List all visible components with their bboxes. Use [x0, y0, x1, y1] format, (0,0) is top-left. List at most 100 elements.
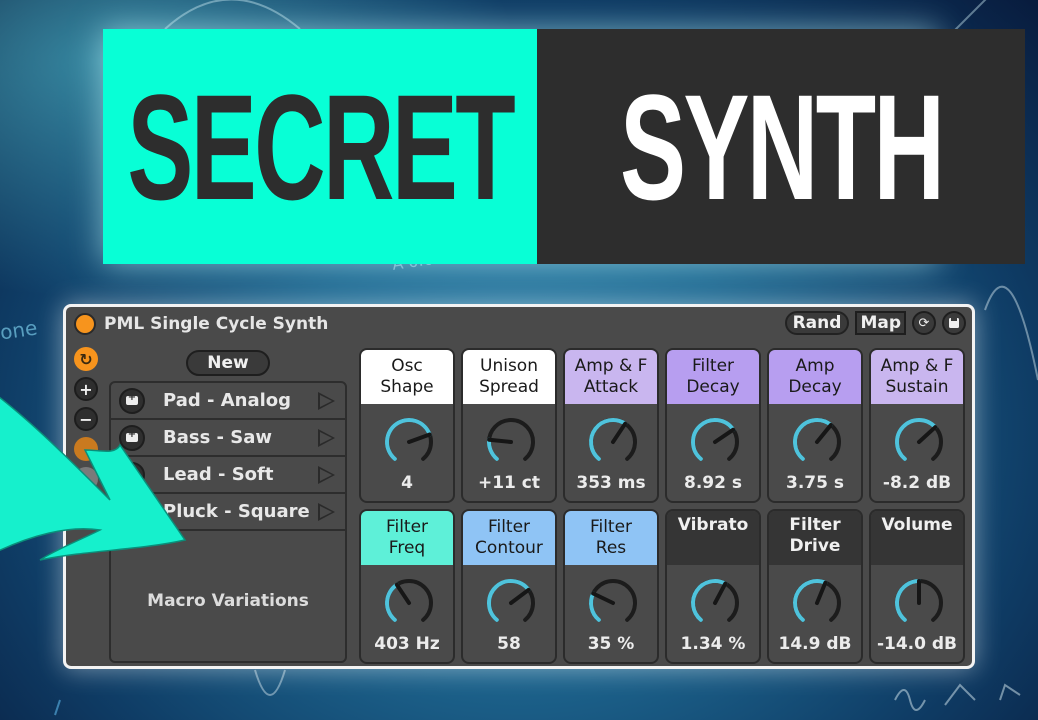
knob-needle — [815, 422, 833, 444]
macro-knob-10[interactable]: Filter Drive 14.9 dB — [767, 509, 863, 664]
rand-button[interactable]: Rand — [784, 311, 850, 335]
macro-knob-3[interactable]: Filter Decay 8.92 s — [665, 348, 761, 503]
macro-knob-1[interactable]: Unison Spread +11 ct — [461, 348, 557, 503]
macro-knob-7[interactable]: Filter Contour 58 — [461, 509, 557, 664]
macro-value: 35 % — [587, 634, 635, 654]
variation-label: Bass - Saw — [163, 427, 273, 448]
knob-needle — [407, 432, 432, 444]
knob-needle — [713, 427, 736, 444]
macro-knob-2[interactable]: Amp & F Attack 353 ms — [563, 348, 659, 503]
macro-value: 8.92 s — [684, 473, 742, 493]
knob-dial[interactable] — [379, 573, 439, 633]
refresh-icon[interactable]: ⟳ — [912, 311, 936, 335]
play-icon[interactable] — [318, 466, 335, 484]
snapshot-icon[interactable] — [119, 498, 145, 525]
snapshot-icon[interactable] — [119, 424, 145, 451]
play-icon[interactable] — [318, 429, 335, 447]
variation-row[interactable]: Pad - Analog — [111, 383, 345, 420]
knob-dial[interactable] — [379, 412, 439, 472]
synth-device: PML Single Cycle Synth Rand Map ⟳ ↻ + − … — [63, 304, 975, 669]
device-title: PML Single Cycle Synth — [104, 313, 329, 334]
list-icon[interactable]: ☰ — [74, 497, 98, 521]
knob-dial[interactable] — [481, 573, 541, 633]
macro-label: Filter Res — [565, 511, 657, 565]
knob-value-arc — [895, 418, 938, 461]
macro-value: +11 ct — [477, 473, 541, 493]
knob-value-arc — [691, 418, 736, 461]
play-icon[interactable] — [318, 392, 335, 410]
macro-knob-5[interactable]: Amp & F Sustain -8.2 dB — [869, 348, 965, 503]
macro-label: Filter Decay — [667, 350, 759, 404]
variation-row[interactable]: Pluck - Square — [111, 494, 345, 531]
knob-dial[interactable] — [787, 412, 847, 472]
knob-dial[interactable] — [583, 573, 643, 633]
macro-knob-4[interactable]: Amp Decay 3.75 s — [767, 348, 863, 503]
macro-label: Filter Drive — [769, 511, 861, 565]
variation-label: Lead - Soft — [163, 464, 274, 485]
title-word-secret: SECRET — [127, 62, 515, 231]
macro-knob-0[interactable]: Osc Shape 4 — [359, 348, 455, 503]
macro-label: Filter Contour — [463, 511, 555, 565]
knob-dial[interactable] — [685, 412, 745, 472]
knob-dial[interactable] — [889, 412, 949, 472]
macro-value: 3.75 s — [786, 473, 844, 493]
macro-label: Amp & F Sustain — [871, 350, 963, 404]
variation-label: Pluck - Square — [163, 501, 310, 522]
knob-value-arc — [793, 579, 828, 622]
macro-knob-11[interactable]: Volume -14.0 dB — [869, 509, 965, 664]
knob-dial[interactable] — [787, 573, 847, 633]
macro-rail: ↻ + − ☰ — [74, 347, 100, 527]
background-mode-text: one — [0, 315, 39, 345]
knob-needle — [815, 580, 828, 605]
macro-value: 1.34 % — [680, 634, 746, 654]
knob-needle — [917, 425, 938, 444]
macro-knob-8[interactable]: Filter Res 35 % — [563, 509, 659, 664]
variation-label: Pad - Analog — [163, 390, 292, 411]
snapshot-icon[interactable] — [119, 461, 145, 488]
macro-variations-title: Macro Variations — [147, 591, 309, 611]
randomize-icon[interactable] — [74, 467, 98, 491]
macro-knob-6[interactable]: Filter Freq 403 Hz — [359, 509, 455, 664]
knob-value-arc — [487, 437, 499, 461]
knob-value-arc — [385, 418, 432, 461]
map-button[interactable]: Map — [855, 311, 906, 335]
save-icon[interactable] — [942, 311, 966, 335]
macro-label: Volume — [871, 511, 963, 565]
macro-label: Vibrato — [667, 511, 759, 565]
hot-swap-icon[interactable]: ↻ — [74, 347, 98, 371]
macro-knob-9[interactable]: Vibrato 1.34 % — [665, 509, 761, 664]
macro-toggle-icon[interactable] — [74, 437, 98, 461]
macro-value: 58 — [497, 634, 521, 654]
device-header: PML Single Cycle Synth Rand Map ⟳ — [66, 307, 972, 340]
remove-variation-icon[interactable]: − — [74, 407, 98, 431]
macro-label: Unison Spread — [463, 350, 555, 404]
play-icon[interactable] — [318, 503, 335, 521]
knob-needle — [611, 421, 628, 444]
title-right-block: SYNTH — [537, 29, 1026, 264]
macro-label: Filter Freq — [361, 511, 453, 565]
knob-dial[interactable] — [481, 412, 541, 472]
macro-grid: Osc Shape 4 Unison Spread +11 ct Amp & F Att… — [359, 348, 965, 664]
device-power-button[interactable] — [74, 312, 96, 335]
knob-value-arc — [589, 418, 628, 461]
knob-needle — [509, 587, 531, 605]
macro-value: 14.9 dB — [778, 634, 852, 654]
snapshot-icon[interactable] — [119, 387, 145, 414]
macro-variations-panel: Pad - Analog Bass - Saw Lead - Soft Pluc… — [109, 381, 347, 663]
add-variation-icon[interactable]: + — [74, 377, 98, 401]
knob-dial[interactable] — [583, 412, 643, 472]
header-controls: Rand Map ⟳ — [784, 311, 966, 335]
variation-row[interactable]: Bass - Saw — [111, 420, 345, 457]
knob-value-arc — [487, 579, 531, 622]
macro-label: Amp & F Attack — [565, 350, 657, 404]
macro-label: Osc Shape — [361, 350, 453, 404]
macro-value: -14.0 dB — [876, 634, 958, 654]
knob-value-arc — [385, 582, 399, 622]
macro-value: 353 ms — [576, 473, 646, 493]
knob-dial[interactable] — [889, 573, 949, 633]
knob-value-arc — [691, 579, 728, 622]
new-variation-button[interactable]: New — [186, 350, 270, 376]
knob-dial[interactable] — [685, 573, 745, 633]
knob-needle — [591, 591, 615, 605]
variation-row[interactable]: Lead - Soft — [111, 457, 345, 494]
